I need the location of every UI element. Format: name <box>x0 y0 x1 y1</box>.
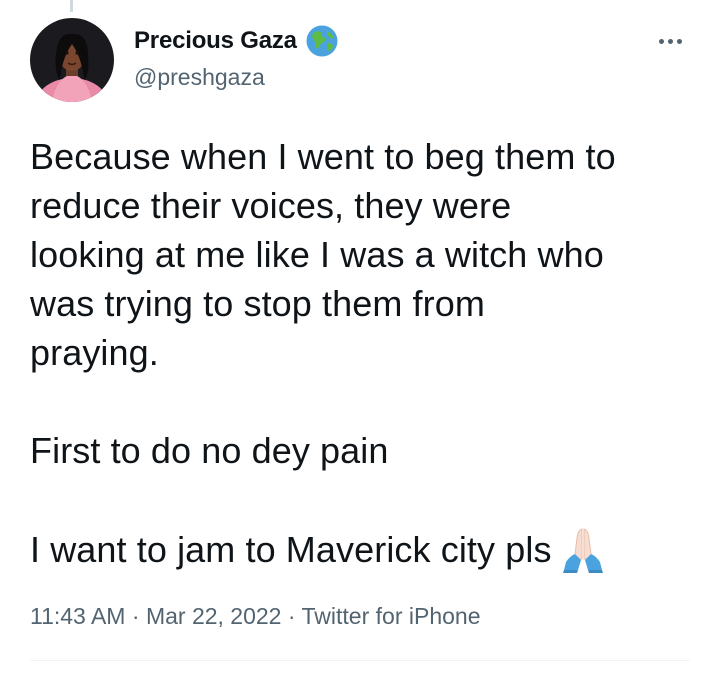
tweet-date[interactable]: Mar 22, 2022 <box>146 603 282 629</box>
tweet-line: looking at me like I was a witch who <box>30 234 604 275</box>
tweet-source-link[interactable]: Twitter for iPhone <box>302 603 481 629</box>
avatar-image <box>30 18 114 102</box>
divider <box>30 660 690 661</box>
more-options-button[interactable] <box>650 26 690 56</box>
tweet-body: Because when I went to beg them to reduc… <box>30 132 700 574</box>
tweet-line: First to do no dey pain <box>30 430 389 471</box>
author-row: Precious Gaza <box>134 24 339 58</box>
tweet-time[interactable]: 11:43 AM <box>30 603 125 629</box>
author-handle[interactable]: @preshgaza <box>134 62 265 92</box>
meta-separator: · <box>287 603 296 629</box>
tweet-line: Because when I went to beg them to <box>30 136 616 177</box>
meta-separator: · <box>131 603 140 629</box>
tweet-line: reduce their voices, they were <box>30 185 512 226</box>
tweet-line: praying. <box>30 332 159 373</box>
author-display-name[interactable]: Precious Gaza <box>134 25 297 57</box>
folded-hands-icon <box>558 524 608 574</box>
tweet-line: I want to jam to Maverick city pls <box>30 529 552 570</box>
thread-connector-line <box>70 0 73 12</box>
avatar[interactable] <box>30 18 114 102</box>
tweet-line-with-emoji: I want to jam to Maverick city pls <box>30 524 700 574</box>
more-horizontal-icon <box>658 38 664 44</box>
more-horizontal-icon-dot <box>667 38 673 44</box>
more-horizontal-icon-dot <box>676 38 682 44</box>
globe-icon <box>305 24 339 58</box>
tweet-line: was trying to stop them from <box>30 283 485 324</box>
tweet-metadata: 11:43 AM · Mar 22, 2022 · Twitter for iP… <box>30 600 480 632</box>
